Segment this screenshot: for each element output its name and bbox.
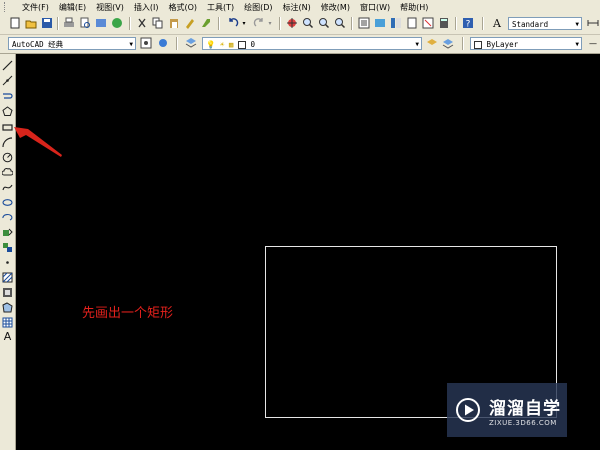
- watermark-url: ZIXUE.3D66.COM: [489, 418, 557, 427]
- play-logo-icon: [456, 398, 480, 422]
- site-watermark: 溜溜自学 ZIXUE.3D66.COM: [447, 383, 567, 437]
- tutorial-arrow-icon: [14, 127, 62, 157]
- watermark-title: 溜溜自学: [489, 398, 561, 419]
